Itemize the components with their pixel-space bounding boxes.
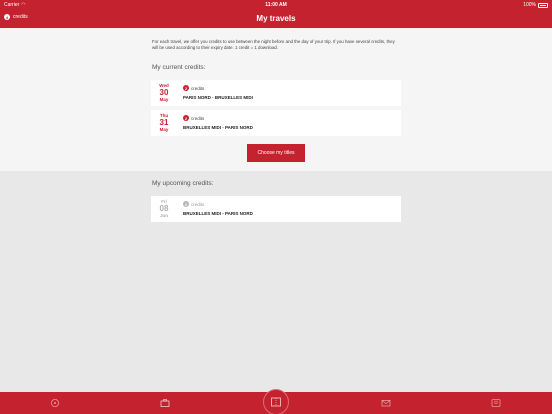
- page-title: My travels: [256, 14, 296, 23]
- credit-count: 2 credits: [183, 85, 204, 91]
- choose-titles-button[interactable]: Choose my titles: [247, 144, 305, 162]
- travel-route: BRUXELLES MIDI - PARIS NORD: [183, 211, 253, 216]
- date-day: 31: [159, 118, 169, 127]
- credit-count: 2 credits: [183, 115, 204, 121]
- date-month: Jun: [159, 213, 168, 218]
- upcoming-credit-card[interactable]: Fri 08 Jun 2 credits BRUXELLES MIDI - PA…: [151, 196, 401, 222]
- header-bar: Carrier ◠ 11:00 AM 100% 4 credits My trav…: [0, 0, 552, 28]
- current-credits-heading: My current credits:: [152, 64, 206, 71]
- travel-date: Fri 08 Jun: [151, 196, 177, 222]
- credit-count-label: credits: [191, 201, 205, 207]
- travel-route: BRUXELLES MIDI - PARIS NORD: [183, 125, 253, 130]
- battery-icon: [538, 2, 548, 8]
- mail-icon[interactable]: [381, 398, 391, 408]
- date-month: May: [159, 127, 169, 132]
- credit-card[interactable]: Thu 31 May 2 credits BRUXELLES MIDI - PA…: [151, 110, 401, 136]
- credit-card[interactable]: Wed 30 May 2 credits PARIS NORD - BRUXEL…: [151, 80, 401, 106]
- briefcase-icon[interactable]: [160, 398, 170, 408]
- home-icon[interactable]: [50, 398, 60, 408]
- profile-icon[interactable]: [491, 398, 501, 408]
- date-day: 30: [159, 88, 169, 97]
- date-month: May: [159, 97, 169, 102]
- travel-date: Wed 30 May: [151, 80, 177, 106]
- status-time: 11:00 AM: [265, 2, 287, 8]
- credit-count-badge: 2: [183, 115, 189, 121]
- upcoming-credits-heading: My upcoming credits:: [152, 180, 214, 187]
- credit-count: 2 credits: [183, 201, 204, 207]
- credit-count-badge: 2: [183, 85, 189, 91]
- travel-route: PARIS NORD - BRUXELLES MIDI: [183, 95, 253, 100]
- credit-count-badge: 2: [183, 201, 189, 207]
- credit-count-label: credits: [191, 115, 205, 121]
- date-day: 08: [159, 204, 169, 213]
- intro-text: For each travel, we offer you credits to…: [152, 39, 395, 50]
- battery-indicator: 100%: [523, 2, 548, 8]
- credit-count-label: credits: [191, 85, 205, 91]
- ticket-icon[interactable]: [263, 389, 289, 414]
- status-bar: Carrier ◠ 11:00 AM 100%: [0, 0, 552, 9]
- travel-date: Thu 31 May: [151, 110, 177, 136]
